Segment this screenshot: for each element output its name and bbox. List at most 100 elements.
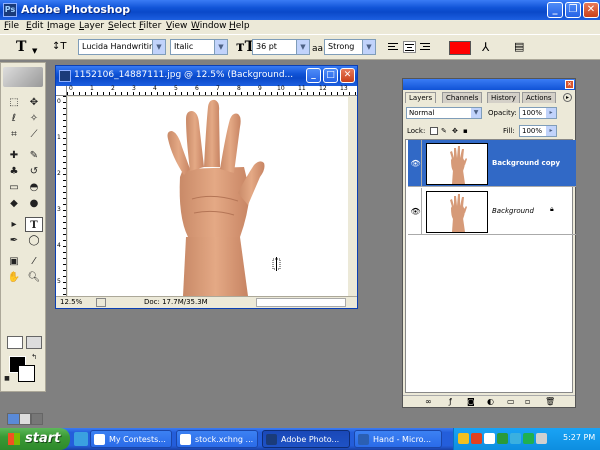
clock[interactable]: 5:27 PM [563, 433, 595, 442]
preset-dropdown-arrow-icon[interactable]: ▼ [32, 44, 37, 58]
full-screen-mode-button[interactable] [31, 413, 43, 425]
app-title-bar[interactable]: Ps Adobe Photoshop _ ❐ ✕ [0, 0, 600, 20]
layer-style-icon[interactable]: ƒ [449, 397, 452, 406]
lock-all-icon[interactable]: ▪ [463, 127, 471, 135]
marquee-tool-icon[interactable]: ⬚ [5, 95, 23, 110]
warp-text-icon[interactable]: ⅄ [482, 40, 489, 54]
palette-menu-icon[interactable]: ▸ [563, 93, 572, 102]
path-selection-tool-icon[interactable]: ▸ [5, 217, 23, 232]
lasso-tool-icon[interactable]: ℓ [5, 111, 23, 126]
new-layer-icon[interactable]: ▫ [525, 397, 530, 406]
delete-layer-icon[interactable]: 🗑︎ [545, 397, 555, 406]
standard-mode-button[interactable] [7, 336, 23, 349]
blend-mode-select[interactable]: Normal ▼ [406, 107, 482, 119]
visibility-eye-icon[interactable]: 👁︎ [410, 140, 422, 187]
doc-maximize-button[interactable]: □ [323, 68, 338, 83]
horizontal-scrollbar[interactable] [256, 298, 346, 307]
doc-close-button[interactable]: ✕ [340, 68, 355, 83]
healing-brush-tool-icon[interactable]: ✚ [5, 148, 23, 163]
history-brush-tool-icon[interactable]: ↺ [25, 164, 43, 179]
palette-close-icon[interactable]: ✕ [565, 80, 574, 89]
type-tool-preset-icon[interactable]: T [16, 40, 26, 54]
eraser-tool-icon[interactable]: ▭ [5, 180, 23, 195]
menu-edit[interactable]: Edit [26, 21, 43, 31]
background-color-swatch[interactable] [18, 365, 35, 382]
palettes-toggle-icon[interactable]: ▤ [514, 40, 524, 54]
document-title-bar[interactable]: 1152106_14887111.jpg @ 12.5% (Background… [56, 66, 357, 86]
tray-messenger-icon[interactable] [510, 433, 521, 444]
full-screen-menu-mode-button[interactable] [19, 413, 31, 425]
image-canvas[interactable] [68, 97, 348, 296]
eyedropper-tool-icon[interactable]: ⁄ [25, 254, 43, 269]
tab-layers[interactable]: Layers [405, 92, 437, 103]
blur-tool-icon[interactable]: ◆ [5, 196, 23, 211]
paint-bucket-tool-icon[interactable]: ◓ [25, 180, 43, 195]
doc-vertical-scrollbar[interactable] [348, 97, 357, 296]
menu-image[interactable]: Image [47, 21, 75, 31]
font-size-select[interactable]: 36 pt ▼ [252, 39, 310, 55]
ruler-vertical[interactable]: 0 1 2 3 4 5 [56, 96, 67, 296]
antialias-select[interactable]: Strong ▼ [324, 39, 376, 55]
brush-tool-icon[interactable]: ✎ [25, 148, 43, 163]
palette-title-bar[interactable]: ✕ [403, 79, 575, 90]
move-tool-icon[interactable]: ✥ [25, 95, 43, 110]
visibility-eye-icon[interactable]: 👁︎ [410, 188, 422, 235]
opacity-input[interactable]: 100% ▸ [519, 107, 557, 119]
lock-image-icon[interactable]: ✎ [441, 127, 449, 135]
zoom-level[interactable]: 12.5% [60, 298, 82, 306]
status-menu-button[interactable] [96, 298, 106, 307]
layer-row-background[interactable]: 👁︎ Background 🔒︎ [408, 188, 576, 235]
align-center-button[interactable] [403, 41, 416, 53]
font-style-select[interactable]: Italic ▼ [170, 39, 228, 55]
start-button[interactable]: start [0, 428, 70, 450]
tray-volume-icon[interactable] [484, 433, 495, 444]
layer-mask-icon[interactable]: ◙ [467, 397, 475, 406]
ie-quicklaunch-icon[interactable] [74, 432, 88, 446]
tray-misc-icon[interactable] [536, 433, 547, 444]
menu-filter[interactable]: Filter [139, 21, 161, 31]
menu-help[interactable]: Help [229, 21, 250, 31]
task-my-contests[interactable]: My Contests... [90, 430, 172, 448]
menu-window[interactable]: Window [191, 21, 227, 31]
task-adobe-photoshop[interactable]: Adobe Photo... [262, 430, 350, 448]
align-left-button[interactable] [387, 41, 400, 53]
align-right-button[interactable] [419, 41, 432, 53]
zoom-tool-icon[interactable]: 🔍︎ [25, 270, 43, 285]
text-orientation-icon[interactable]: ↕T [52, 40, 67, 54]
crop-tool-icon[interactable]: ⌗ [5, 127, 23, 142]
dodge-tool-icon[interactable]: ● [25, 196, 43, 211]
tray-security-icon[interactable] [471, 433, 482, 444]
new-group-icon[interactable]: ▭ [507, 397, 515, 406]
lock-position-icon[interactable]: ✥ [452, 127, 460, 135]
slice-tool-icon[interactable]: ⟋ [25, 127, 43, 142]
hand-tool-icon[interactable]: ✋ [5, 270, 23, 285]
shape-tool-icon[interactable]: ◯ [25, 233, 43, 248]
tab-actions[interactable]: Actions [522, 92, 556, 103]
ruler-origin[interactable] [56, 86, 67, 96]
feather-logo-icon[interactable] [3, 67, 43, 87]
fill-input[interactable]: 100% ▸ [519, 125, 557, 137]
tray-update-icon[interactable] [523, 433, 534, 444]
restore-button[interactable]: ❐ [565, 2, 581, 18]
menu-view[interactable]: View [166, 21, 187, 31]
menu-layer[interactable]: Layer [79, 21, 104, 31]
task-hand-microsoft[interactable]: Hand - Micro... [354, 430, 442, 448]
tab-history[interactable]: History [487, 92, 520, 103]
text-color-swatch[interactable] [449, 41, 471, 55]
doc-minimize-button[interactable]: _ [306, 68, 321, 83]
link-layers-icon[interactable]: ∞ [425, 397, 432, 406]
tray-network-icon[interactable] [497, 433, 508, 444]
clone-stamp-tool-icon[interactable]: ♣ [5, 164, 23, 179]
close-button[interactable]: ✕ [583, 2, 599, 18]
default-colors-icon[interactable]: ■ [3, 375, 11, 383]
type-tool-icon[interactable]: T [25, 217, 43, 232]
pen-tool-icon[interactable]: ✒ [5, 233, 23, 248]
menu-select[interactable]: Select [108, 21, 136, 31]
tab-channels[interactable]: Channels [442, 92, 483, 103]
ruler-horizontal[interactable]: 0 1 2 3 4 5 6 7 8 9 10 11 12 13 [67, 85, 357, 96]
notes-tool-icon[interactable]: ▣ [5, 254, 23, 269]
tray-app-icon[interactable] [458, 433, 469, 444]
new-adjustment-layer-icon[interactable]: ◐ [487, 397, 494, 406]
quickmask-mode-button[interactable] [26, 336, 42, 349]
lock-transparency-icon[interactable] [430, 127, 438, 135]
